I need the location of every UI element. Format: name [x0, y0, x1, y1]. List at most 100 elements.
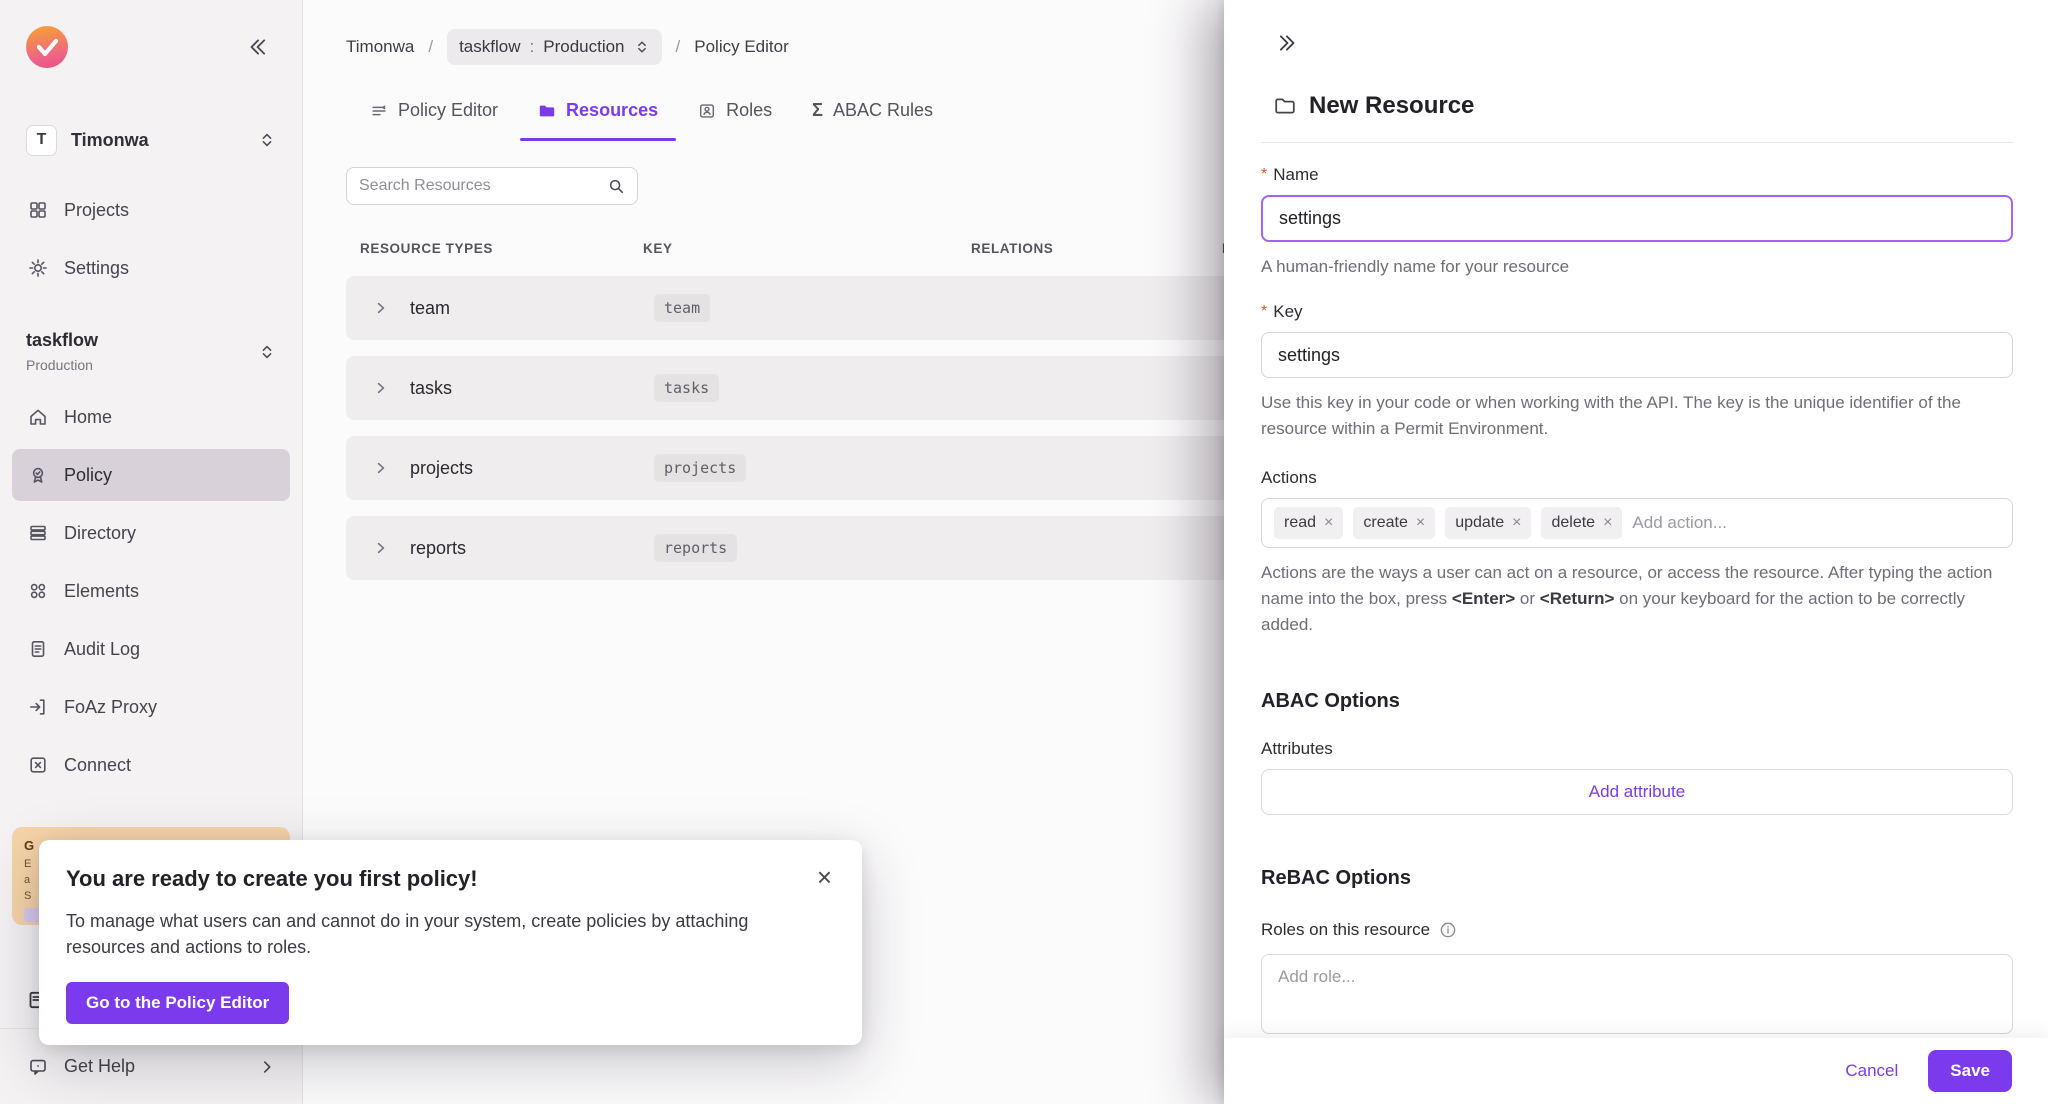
- expand-chevron-icon[interactable]: [373, 380, 389, 396]
- sidebar-header: [0, 0, 302, 68]
- sidebar-item-home[interactable]: Home: [12, 391, 290, 443]
- expand-chevron-icon[interactable]: [373, 460, 389, 476]
- tab-abac-rules[interactable]: Σ ABAC Rules: [792, 100, 953, 141]
- action-chip-label: read: [1284, 514, 1316, 532]
- sidebar-item-label: Connect: [64, 755, 131, 776]
- policy-toast: You are ready to create you first policy…: [39, 840, 862, 1045]
- collapse-sidebar-icon[interactable]: [246, 36, 268, 58]
- breadcrumb-page: Policy Editor: [694, 37, 788, 57]
- sidebar-item-label: Settings: [64, 258, 129, 279]
- project-environment: Production: [26, 357, 258, 373]
- return-key-label: <Return>: [1540, 589, 1615, 608]
- policy-editor-tab-icon: [370, 102, 388, 120]
- go-to-policy-editor-button[interactable]: Go to the Policy Editor: [66, 982, 289, 1024]
- name-field[interactable]: [1261, 195, 2013, 242]
- grid-icon: [28, 200, 48, 220]
- required-asterisk: *: [1261, 303, 1267, 321]
- key-field[interactable]: [1261, 332, 2013, 378]
- action-chip-label: create: [1363, 514, 1407, 532]
- sidebar-item-policy[interactable]: Policy: [12, 449, 290, 501]
- logo-check-icon: [26, 26, 68, 68]
- drawer-title: New Resource: [1309, 92, 1474, 120]
- resource-key-badge: projects: [654, 454, 746, 482]
- get-help-label: Get Help: [64, 1056, 242, 1077]
- sidebar-item-audit-log[interactable]: Audit Log: [12, 623, 290, 675]
- tab-resources[interactable]: Resources: [518, 100, 678, 141]
- search-box[interactable]: [346, 167, 638, 205]
- actions-help-text: or: [1515, 589, 1540, 608]
- name-field-label: * Name: [1261, 165, 2013, 185]
- remove-action-icon[interactable]: ×: [1512, 515, 1521, 531]
- drawer-footer: Cancel Save: [1224, 1038, 2048, 1104]
- sidebar-nav-main: Home Policy Directory Elements Audit Log…: [0, 391, 302, 791]
- add-action-input[interactable]: [1632, 513, 2000, 533]
- unfold-icon: [258, 343, 276, 361]
- tab-label: Resources: [566, 100, 658, 121]
- workspace-selector[interactable]: T Timonwa: [14, 118, 288, 162]
- actions-tag-input[interactable]: read × create × update × delete ×: [1261, 498, 2013, 548]
- roles-tag-input[interactable]: [1261, 954, 2013, 1034]
- breadcrumb-separator: /: [676, 37, 681, 57]
- breadcrumb-project: taskflow: [459, 37, 520, 57]
- search-input[interactable]: [359, 177, 607, 195]
- breadcrumb-environment: Production: [543, 37, 624, 57]
- collapse-drawer-icon[interactable]: [1277, 32, 1299, 54]
- project-name: taskflow: [26, 330, 258, 351]
- action-chip-label: delete: [1551, 514, 1595, 532]
- sidebar-item-foaz-proxy[interactable]: FoAz Proxy: [12, 681, 290, 733]
- gear-icon: [28, 258, 48, 278]
- sidebar-item-label: Elements: [64, 581, 139, 602]
- folder-icon: [538, 102, 556, 120]
- sidebar-item-label: Policy: [64, 465, 112, 486]
- resource-key-badge: reports: [654, 534, 737, 562]
- add-role-input[interactable]: [1278, 967, 1996, 987]
- actions-help: Actions are the ways a user can act on a…: [1261, 560, 2013, 638]
- remove-action-icon[interactable]: ×: [1416, 515, 1425, 531]
- add-attribute-button[interactable]: Add attribute: [1261, 769, 2013, 815]
- action-chip-label: update: [1455, 514, 1504, 532]
- remove-action-icon[interactable]: ×: [1603, 515, 1612, 531]
- expand-chevron-icon[interactable]: [373, 300, 389, 316]
- toast-title: You are ready to create you first policy…: [66, 866, 478, 892]
- tab-label: Policy Editor: [398, 100, 498, 121]
- save-button[interactable]: Save: [1928, 1050, 2012, 1092]
- resource-name: reports: [410, 538, 466, 559]
- resource-key-badge: team: [654, 294, 710, 322]
- remove-action-icon[interactable]: ×: [1324, 515, 1333, 531]
- drawer-title-row: New Resource: [1274, 92, 2012, 120]
- sidebar-item-projects[interactable]: Projects: [12, 184, 290, 236]
- project-selector[interactable]: taskflow Production: [14, 322, 288, 383]
- elements-icon: [28, 581, 48, 601]
- new-resource-drawer: New Resource * Name A human-friendly nam…: [1224, 0, 2048, 1104]
- sidebar-item-connect[interactable]: Connect: [12, 739, 290, 791]
- sidebar-item-settings[interactable]: Settings: [12, 242, 290, 294]
- resource-key-badge: tasks: [654, 374, 719, 402]
- document-icon: [28, 639, 48, 659]
- help-bubble-icon: [28, 1057, 48, 1077]
- proxy-arrow-icon: [28, 697, 48, 717]
- sidebar-item-directory[interactable]: Directory: [12, 507, 290, 559]
- breadcrumb-project-selector[interactable]: taskflow : Production: [447, 29, 661, 65]
- field-label-text: Name: [1273, 165, 1318, 185]
- workspace-avatar: T: [26, 125, 57, 156]
- sidebar-item-elements[interactable]: Elements: [12, 565, 290, 617]
- enter-key-label: <Enter>: [1452, 589, 1515, 608]
- name-field-help: A human-friendly name for your resource: [1261, 254, 2013, 280]
- connect-icon: [28, 755, 48, 775]
- rebac-options-heading: ReBAC Options: [1261, 867, 2013, 890]
- actions-label: Actions: [1261, 468, 2013, 488]
- sigma-icon: Σ: [812, 100, 823, 121]
- action-chip: delete ×: [1541, 507, 1622, 539]
- sidebar-item-label: Audit Log: [64, 639, 140, 660]
- required-asterisk: *: [1261, 166, 1267, 184]
- breadcrumb-colon: :: [530, 37, 535, 57]
- cancel-button[interactable]: Cancel: [1845, 1061, 1898, 1081]
- sidebar-item-label: Directory: [64, 523, 136, 544]
- tab-policy-editor[interactable]: Policy Editor: [350, 100, 518, 141]
- info-icon[interactable]: [1439, 921, 1457, 939]
- key-field-help: Use this key in your code or when workin…: [1261, 390, 2013, 442]
- breadcrumb-workspace[interactable]: Timonwa: [346, 37, 414, 57]
- tab-roles[interactable]: Roles: [678, 100, 792, 141]
- close-icon[interactable]: ×: [817, 866, 832, 888]
- expand-chevron-icon[interactable]: [373, 540, 389, 556]
